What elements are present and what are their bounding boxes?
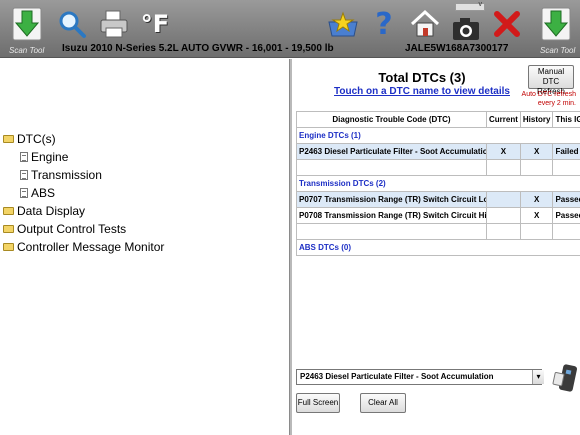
star-tray-icon [328, 11, 358, 37]
column-header-dtc: Diagnostic Trouble Code (DTC) [296, 111, 487, 128]
history-cell: X [519, 143, 554, 160]
screenshot-button[interactable] [448, 10, 484, 46]
table-header-row: Diagnostic Trouble Code (DTC) Current Hi… [296, 111, 580, 128]
folder-icon [3, 225, 14, 233]
tree-item-abs[interactable]: ABS [20, 186, 55, 200]
scan-tool-left-button[interactable] [9, 6, 45, 42]
scan-tool-right-label: Scan Tool [540, 46, 576, 55]
table-row[interactable]: P0708 Transmission Range (TR) Switch Cir… [296, 207, 580, 224]
printer-icon [100, 10, 128, 38]
tree-item-label: Data Display [17, 204, 86, 218]
tree-item-transmission[interactable]: Transmission [20, 168, 102, 182]
tree-item-output-control-tests[interactable]: Output Control Tests [3, 222, 126, 236]
history-cell: X [519, 191, 554, 208]
tree-item-label: Transmission [31, 168, 102, 182]
capture-menu-tab[interactable]: v [455, 1, 485, 11]
this-ign-cell: Failed [552, 143, 580, 160]
tree-item-data-display[interactable]: Data Display [3, 204, 85, 218]
group-label: Transmission DTCs (2) [295, 175, 580, 192]
auto-refresh-note: Auto DTC refresh every 2 min. [521, 91, 576, 107]
navigation-tree: DTC(s) Engine Transmission ABS Data Disp… [0, 59, 289, 435]
column-header-current: Current [486, 111, 521, 128]
usb-device-icon [552, 364, 577, 392]
fahrenheit-icon: °F [140, 10, 170, 38]
exit-button[interactable] [489, 6, 525, 42]
folder-icon [3, 207, 14, 215]
history-cell: X [519, 207, 554, 224]
dtc-code-cell[interactable]: P0707 Transmission Range (TR) Switch Cir… [296, 191, 487, 208]
vehicle-description: Isuzu 2010 N-Series 5.2L AUTO GVWR - 16,… [62, 43, 334, 54]
scan-tool-right-button[interactable] [538, 6, 574, 42]
help-button[interactable]: ? [366, 6, 402, 42]
magnifier-icon [59, 11, 86, 38]
units-button[interactable]: °F [137, 6, 173, 42]
tree-item-controller-message-monitor[interactable]: Controller Message Monitor [3, 240, 164, 254]
tree-item-dtcs[interactable]: DTC(s) [3, 132, 56, 146]
this-ign-cell: Passed [552, 191, 580, 208]
group-row-transmission: Transmission DTCs (2) [295, 175, 580, 192]
dtc-panel: Total DTCs (3) Touch on a DTC name to vi… [292, 59, 580, 435]
chevron-down-icon: v [478, 1, 483, 8]
home-icon [410, 9, 440, 37]
print-button[interactable] [96, 6, 132, 42]
dtc-selector[interactable]: P2463 Diesel Particulate Filter - Soot A… [296, 369, 542, 385]
current-cell [486, 207, 521, 224]
down-arrow-icon [12, 7, 42, 41]
empty-row [296, 223, 580, 240]
column-header-this-ign: This IGN [552, 111, 580, 128]
empty-row [296, 159, 580, 176]
column-header-history: History [519, 111, 554, 128]
vin-number: JALE5W168A7300177 [405, 43, 509, 54]
current-cell: X [486, 143, 521, 160]
down-arrow-icon [541, 7, 571, 41]
folder-icon [3, 243, 14, 251]
dtc-code-cell[interactable]: P2463 Diesel Particulate Filter - Soot A… [296, 143, 487, 160]
top-toolbar: Scan Tool °F ? v Scan Tool Isuzu 2010 N-… [0, 0, 580, 58]
tree-item-label: DTC(s) [17, 132, 56, 146]
manual-dtc-refresh-button[interactable]: Manual DTC Refresh [528, 65, 574, 96]
clear-all-button[interactable]: Clear All [360, 393, 406, 413]
folder-open-icon [3, 135, 14, 143]
document-icon [20, 152, 28, 162]
page-title: Total DTCs (3) [378, 70, 466, 85]
full-screen-button[interactable]: Full Screen [296, 393, 340, 413]
tree-item-label: Controller Message Monitor [17, 240, 165, 254]
group-label: Engine DTCs (1) [295, 127, 580, 144]
group-row-abs: ABS DTCs (0) [295, 239, 580, 256]
this-ign-cell: Passed [552, 207, 580, 224]
current-cell [486, 191, 521, 208]
dtc-code-cell[interactable]: P0708 Transmission Range (TR) Switch Cir… [296, 207, 487, 224]
document-icon [20, 170, 28, 180]
search-button[interactable] [54, 6, 90, 42]
camera-icon [453, 18, 479, 40]
close-x-icon [494, 11, 520, 37]
table-row[interactable]: P0707 Transmission Range (TR) Switch Cir… [296, 191, 580, 208]
tree-item-label: ABS [31, 186, 56, 200]
group-label: ABS DTCs (0) [295, 239, 580, 256]
scan-tool-left-label: Scan Tool [9, 46, 45, 55]
favorites-button[interactable] [325, 6, 361, 42]
tree-item-label: Output Control Tests [17, 222, 127, 236]
dtc-table: Diagnostic Trouble Code (DTC) Current Hi… [295, 111, 580, 256]
tree-item-label: Engine [31, 150, 69, 164]
home-button[interactable] [407, 6, 443, 42]
document-icon [20, 188, 28, 198]
help-icon: ? [375, 6, 393, 42]
group-row-engine: Engine DTCs (1) [295, 127, 580, 144]
instruction-link[interactable]: Touch on a DTC name to view details [292, 86, 552, 97]
tree-item-engine[interactable]: Engine [20, 150, 68, 164]
chevron-down-icon[interactable]: ▾ [532, 370, 544, 384]
table-row[interactable]: P2463 Diesel Particulate Filter - Soot A… [296, 143, 580, 160]
